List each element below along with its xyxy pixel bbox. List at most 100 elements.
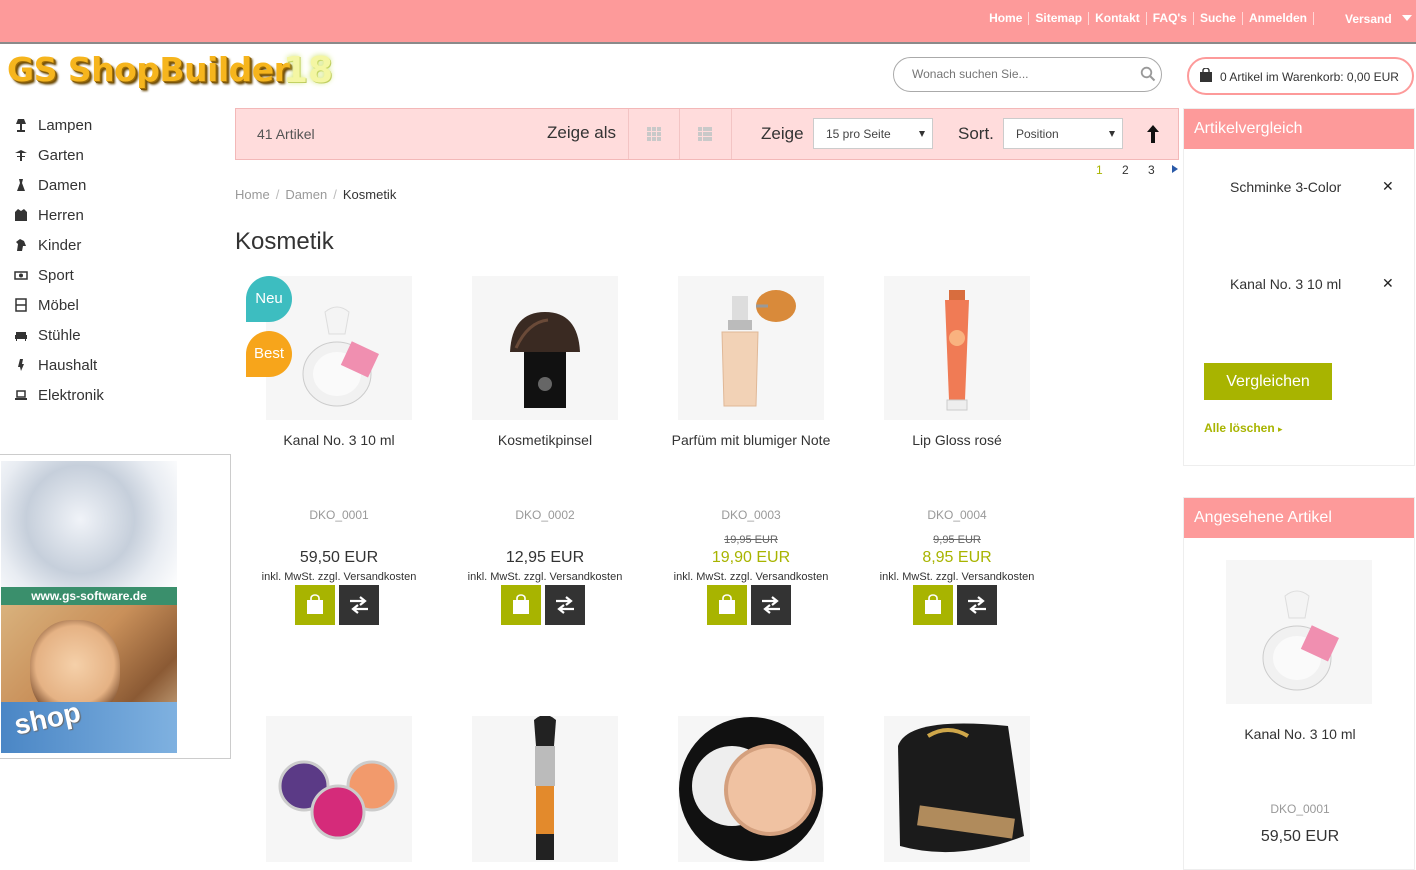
clear-all-link[interactable]: Alle löschen ▸ [1204, 421, 1283, 435]
compare-item[interactable]: Kanal No. 3 10 ml [1230, 276, 1341, 292]
breadcrumb-separator: / [333, 187, 337, 202]
remove-compare-item-icon[interactable]: ✕ [1382, 178, 1394, 195]
product-price: 59,50 EUR [299, 549, 379, 566]
makeup-brush-image [510, 312, 580, 408]
compare-submit-button[interactable]: Vergleichen [1204, 363, 1332, 400]
product-name[interactable]: Parfüm mit blumiger Note [648, 432, 854, 448]
list-view-button[interactable] [680, 109, 732, 159]
compare-item[interactable]: Schminke 3-Color [1230, 179, 1341, 195]
recently-viewed-box: Angesehene Artikel Kanal No. 3 10 ml DKO… [1183, 497, 1415, 870]
top-nav: Home Sitemap Kontakt FAQ's Suche Anmelde… [989, 12, 1314, 25]
category-label: Lampen [38, 116, 93, 134]
product-price: 19,90 EUR [711, 549, 791, 566]
viewed-product-image[interactable] [1226, 560, 1372, 704]
add-to-cart-button[interactable] [501, 585, 541, 625]
cart-button[interactable]: 0 Artikel im Warenkorb: 0,00 EUR [1187, 57, 1414, 95]
compare-button[interactable] [751, 585, 791, 625]
remove-compare-item-icon[interactable]: ✕ [1382, 275, 1394, 292]
horse-icon [16, 239, 26, 251]
banner-url: www.gs-software.de [1, 587, 177, 605]
category-item-stuehle[interactable]: Stühle [14, 320, 104, 350]
product-tax-note[interactable]: inkl. MwSt. zzgl. Versandkosten [648, 571, 854, 583]
breadcrumb-current: Kosmetik [342, 187, 397, 202]
topnav-anmelden-link[interactable]: Anmelden [1243, 12, 1314, 25]
compare-box-title: Artikelvergleich [1184, 109, 1414, 149]
sort-value: Position [1016, 127, 1059, 141]
category-item-damen[interactable]: Damen [14, 170, 104, 200]
page-link-1[interactable]: 1 [1096, 163, 1122, 177]
jacket-icon [15, 209, 27, 221]
product-image[interactable] [884, 276, 1030, 420]
shopping-bag-icon [513, 594, 529, 614]
product-image[interactable] [678, 716, 824, 862]
grid-view-button[interactable] [628, 109, 680, 159]
category-item-herren[interactable]: Herren [14, 200, 104, 230]
add-to-cart-button[interactable] [913, 585, 953, 625]
page-link-2[interactable]: 2 [1122, 163, 1148, 177]
category-item-haushalt[interactable]: Haushalt [14, 350, 104, 380]
compare-arrows-icon [350, 596, 368, 614]
product-sku: DKO_0004 [927, 508, 987, 522]
product-price: 8,95 EUR [922, 549, 992, 566]
eyeshadow-trio-image [278, 760, 398, 840]
product-name[interactable]: Kanal No. 3 10 ml [236, 432, 442, 448]
breadcrumb-home[interactable]: Home [235, 187, 270, 202]
category-nav: Lampen Garten Damen Herren Kinder Sport … [14, 110, 104, 410]
shopping-bag-icon [925, 594, 941, 614]
compare-button[interactable] [339, 585, 379, 625]
cart-summary: 0 Artikel im Warenkorb: 0,00 EUR [1220, 70, 1399, 84]
category-item-kinder[interactable]: Kinder [14, 230, 104, 260]
promo-banner[interactable]: www.gs-software.de shop [0, 454, 231, 759]
chevron-down-icon[interactable] [1402, 15, 1412, 21]
product-image[interactable] [266, 716, 412, 862]
breadcrumb-damen[interactable]: Damen [285, 187, 327, 202]
category-label: Haushalt [38, 356, 98, 374]
product-old-price: 19,95 EUR [724, 534, 778, 546]
perfume-bottle-image [1262, 590, 1339, 691]
product-name[interactable]: Kosmetikpinsel [442, 432, 648, 448]
page-link-3[interactable]: 3 [1148, 163, 1174, 177]
category-item-garten[interactable]: Garten [14, 140, 104, 170]
product-image[interactable] [472, 716, 618, 862]
search-input[interactable] [912, 67, 1127, 81]
category-item-lampen[interactable]: Lampen [14, 110, 104, 140]
category-item-moebel[interactable]: Möbel [14, 290, 104, 320]
next-page-icon[interactable] [1172, 165, 1178, 173]
product-image[interactable] [884, 716, 1030, 862]
topnav-sitemap-link[interactable]: Sitemap [1029, 12, 1090, 25]
category-label: Garten [38, 146, 84, 164]
logo[interactable]: GS ShopBuilder [7, 50, 290, 98]
topnav-faq-link[interactable]: FAQ's [1147, 12, 1194, 25]
product-name[interactable]: Lip Gloss rosé [854, 432, 1060, 448]
product-tax-note[interactable]: inkl. MwSt. zzgl. Versandkosten [854, 571, 1060, 583]
cabinet-icon [15, 298, 27, 312]
product-image[interactable] [472, 276, 618, 420]
lamp-icon [16, 119, 26, 132]
search-icon[interactable] [1140, 66, 1156, 82]
category-item-sport[interactable]: Sport [14, 260, 104, 290]
category-item-elektronik[interactable]: Elektronik [14, 380, 104, 410]
category-label: Damen [38, 176, 87, 194]
add-to-cart-button[interactable] [707, 585, 747, 625]
add-to-cart-button[interactable] [295, 585, 335, 625]
sort-direction-arrow-icon[interactable] [1145, 123, 1161, 145]
product-tax-note[interactable]: inkl. MwSt. zzgl. Versandkosten [236, 571, 442, 583]
product-tax-note[interactable]: inkl. MwSt. zzgl. Versandkosten [442, 571, 648, 583]
topnav-suche-link[interactable]: Suche [1194, 12, 1243, 25]
topnav-home-link[interactable]: Home [989, 12, 1030, 25]
chevron-right-icon: ▸ [1278, 424, 1283, 434]
compare-box: Artikelvergleich Schminke 3-Color ✕ Kana… [1183, 108, 1415, 466]
versand-dropdown[interactable]: Versand [1345, 12, 1392, 26]
clear-all-label: Alle löschen [1204, 421, 1275, 435]
compare-button[interactable] [545, 585, 585, 625]
garden-icon [15, 150, 27, 161]
powder-compact-image [679, 717, 823, 861]
viewed-product-name[interactable]: Kanal No. 3 10 ml [1184, 726, 1416, 742]
sofa-icon [15, 332, 27, 341]
topnav-kontakt-link[interactable]: Kontakt [1089, 12, 1147, 25]
per-page-select[interactable]: 15 pro Seite [813, 118, 933, 149]
compare-button[interactable] [957, 585, 997, 625]
badge-new: Neu [246, 276, 292, 322]
product-image[interactable] [678, 276, 824, 420]
sort-select[interactable]: Position [1003, 118, 1123, 149]
